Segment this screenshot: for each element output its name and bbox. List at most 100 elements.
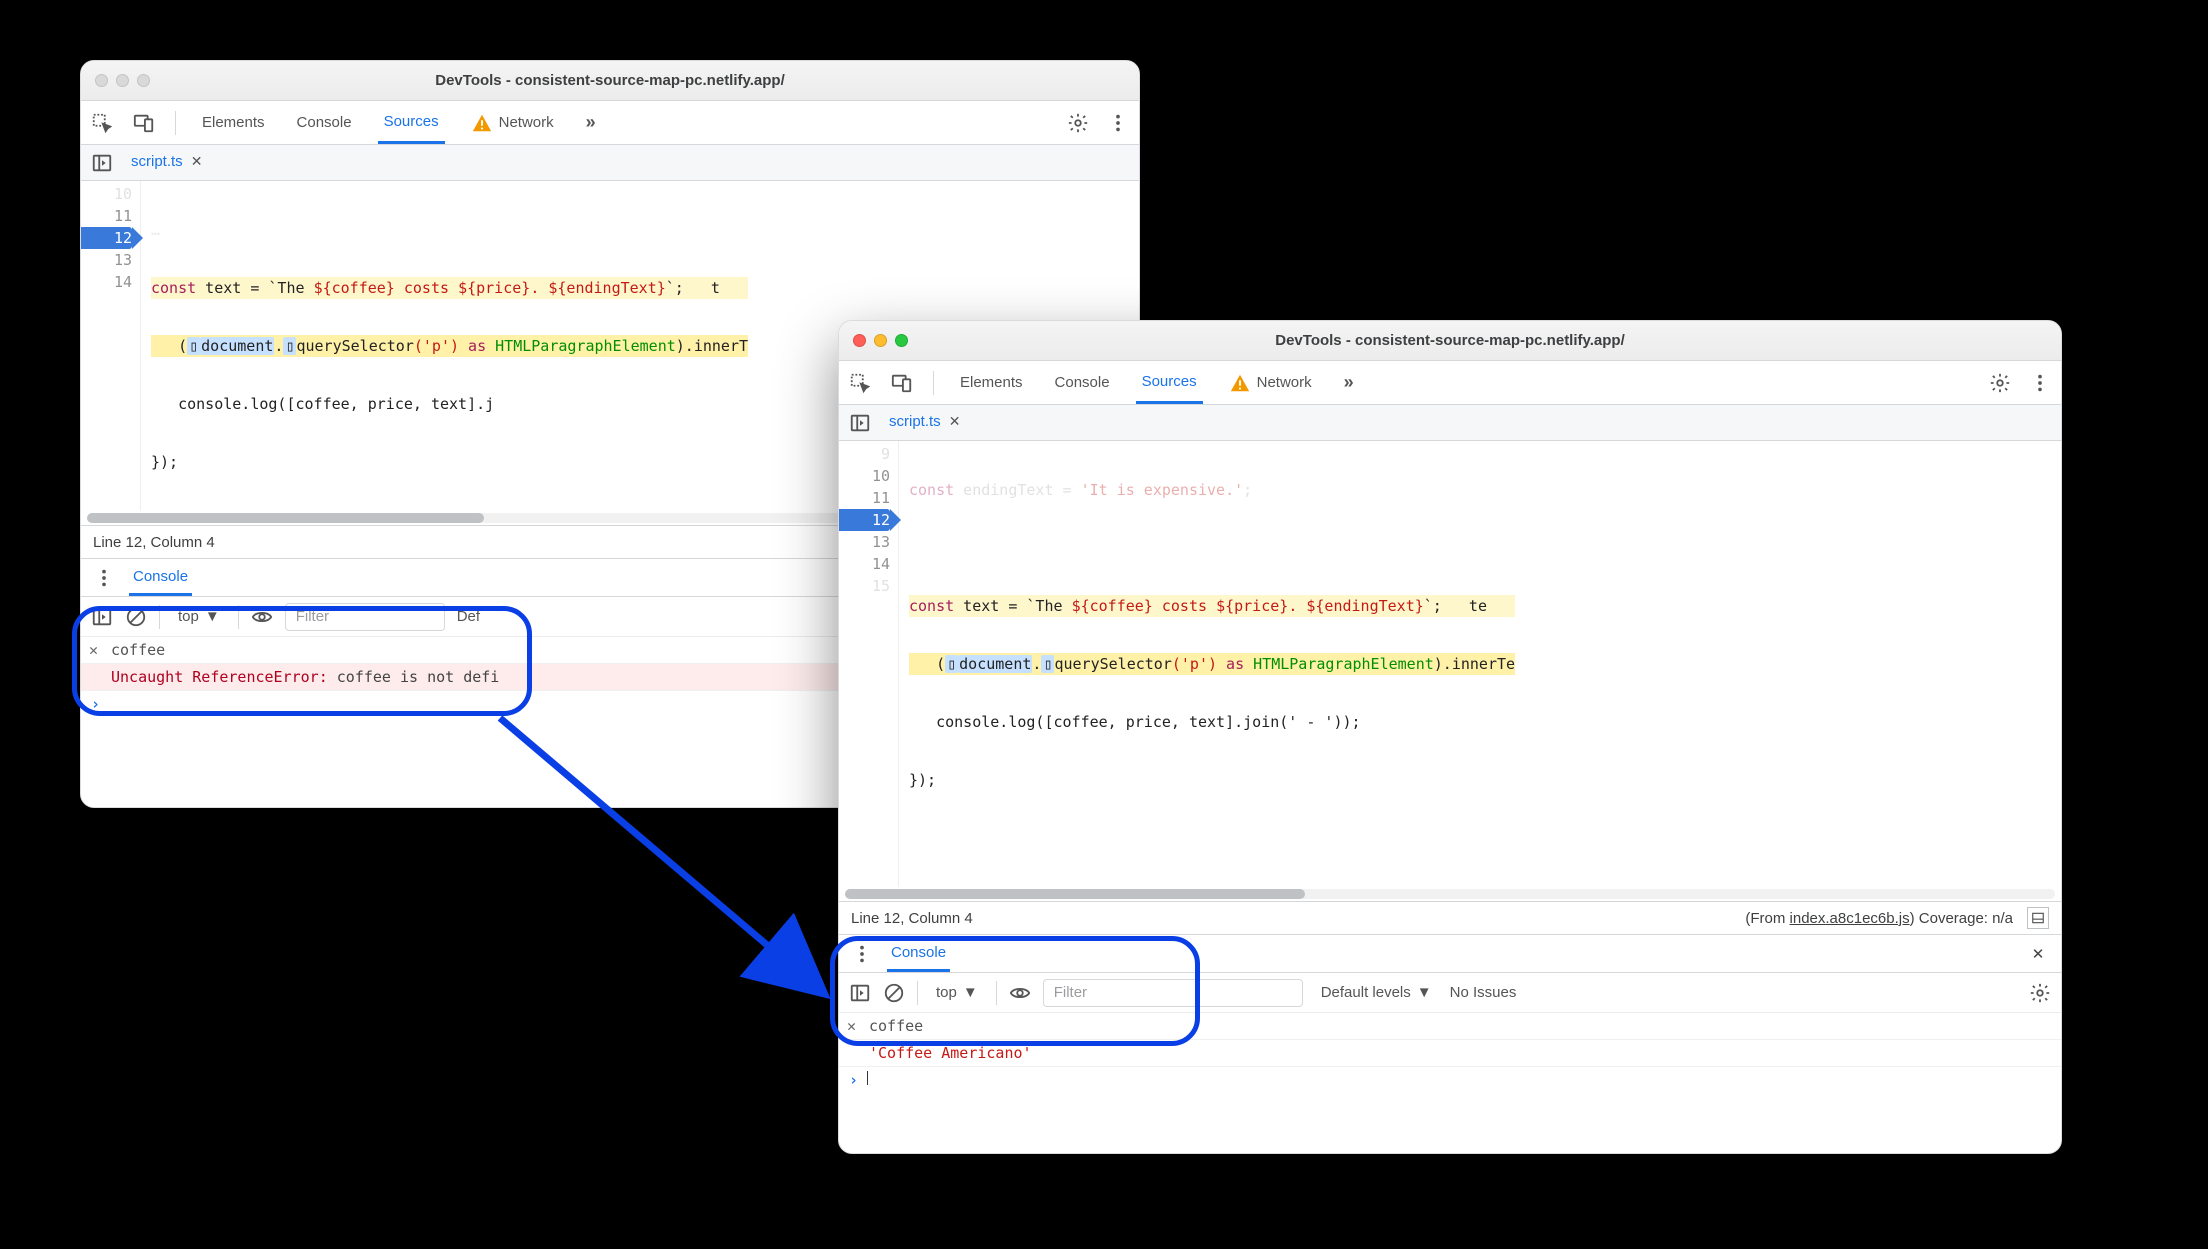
drawer-tab-console[interactable]: Console [887, 935, 950, 972]
line-number: 14 [81, 271, 132, 293]
titlebar[interactable]: DevTools - consistent-source-map-pc.netl… [839, 321, 2061, 361]
context-selector[interactable]: top ▼ [172, 608, 226, 625]
code-line: }); [151, 451, 748, 473]
code-line: const endingText = 'It is expensive.'; [909, 479, 1515, 501]
panel-tabs: Elements Console Sources Network » [81, 101, 1139, 145]
tab-elements[interactable]: Elements [196, 101, 271, 144]
device-icon[interactable] [891, 372, 913, 394]
file-tab-script[interactable]: script.ts ✕ [125, 145, 208, 180]
live-expression-icon[interactable] [1009, 982, 1031, 1004]
code-line: const text = `The ${coffee} costs ${pric… [909, 595, 1515, 617]
console-filter[interactable]: Filter [285, 603, 445, 631]
source-link[interactable]: index.a8c1ec6b.js [1790, 910, 1910, 927]
tab-network-label: Network [1257, 374, 1312, 391]
code-body[interactable]: const endingText = 'It is expensive.'; c… [899, 441, 1515, 887]
tab-network-label: Network [499, 114, 554, 131]
inspect-icon[interactable] [849, 372, 871, 394]
cursor-position: Line 12, Column 4 [93, 534, 215, 551]
live-expression-icon[interactable] [251, 606, 273, 628]
window-controls[interactable] [95, 74, 150, 87]
separator [917, 981, 918, 1005]
console-prompt[interactable]: › [839, 1067, 2061, 1093]
warning-icon [471, 112, 493, 134]
tabs-overflow[interactable]: » [1338, 361, 1360, 404]
code-line: console.log([coffee, price, text].join('… [909, 711, 1515, 733]
line-number: 10 [839, 465, 890, 487]
minimize-dot[interactable] [116, 74, 129, 87]
zoom-dot[interactable] [895, 334, 908, 347]
close-drawer-icon[interactable]: ✕ [2027, 943, 2049, 965]
file-tabs: script.ts ✕ [839, 405, 2061, 441]
code-line: console.log([coffee, price, text].j [151, 393, 748, 415]
line-number: 9 [839, 443, 890, 465]
no-issues[interactable]: No Issues [1450, 984, 1517, 1001]
levels-selector[interactable]: Default levels ▼ [1315, 984, 1438, 1001]
code-line: }); [909, 769, 1515, 791]
tab-network[interactable]: Network [1223, 361, 1318, 404]
window-title: DevTools - consistent-source-map-pc.netl… [839, 332, 2061, 349]
close-icon[interactable]: ✕ [191, 153, 203, 170]
console-toolbar: top ▼ Filter Default levels ▼ No Issues [839, 973, 2061, 1013]
separator [238, 605, 239, 629]
close-icon[interactable]: ✕ [949, 413, 961, 430]
scrollbar-thumb[interactable] [845, 889, 1305, 899]
context-selector[interactable]: top ▼ [930, 984, 984, 1001]
drawer-tabs: Console ✕ [839, 935, 2061, 973]
tab-console[interactable]: Console [1049, 361, 1116, 404]
console-output: ✕ coffee 'Coffee Americano' › [839, 1013, 2061, 1093]
panel-tabs: Elements Console Sources Network » [839, 361, 2061, 405]
file-tab-script[interactable]: script.ts ✕ [883, 405, 966, 440]
tab-network[interactable]: Network [465, 101, 560, 144]
horizontal-scrollbar[interactable] [845, 889, 2055, 899]
window-title: DevTools - consistent-source-map-pc.netl… [81, 72, 1139, 89]
drawer-tab-console[interactable]: Console [129, 559, 192, 596]
kebab-icon[interactable] [93, 567, 115, 589]
clear-console-icon[interactable] [883, 982, 905, 1004]
tab-sources[interactable]: Sources [378, 101, 445, 144]
code-body[interactable]: … const text = `The ${coffee} costs ${pr… [141, 181, 748, 511]
settings-icon[interactable] [1067, 112, 1089, 134]
kebab-icon[interactable] [851, 943, 873, 965]
navigator-toggle-icon[interactable] [849, 412, 871, 434]
code-line [909, 537, 1515, 559]
close-icon[interactable]: ✕ [89, 641, 111, 659]
tab-elements[interactable]: Elements [954, 361, 1029, 404]
file-name: script.ts [889, 413, 941, 430]
line-number-current: 12 [81, 227, 132, 249]
console-settings-icon[interactable] [2029, 982, 2051, 1004]
window-controls[interactable] [853, 334, 908, 347]
close-dot[interactable] [853, 334, 866, 347]
editor-statusbar: Line 12, Column 4 (From index.a8c1ec6b.j… [839, 901, 2061, 935]
scrollbar-thumb[interactable] [87, 513, 484, 523]
navigator-toggle-icon[interactable] [91, 152, 113, 174]
close-dot[interactable] [95, 74, 108, 87]
gutter: 9 10 11 12 13 14 15 [839, 441, 899, 887]
kebab-icon[interactable] [1107, 112, 1129, 134]
tab-console[interactable]: Console [291, 101, 358, 144]
code-line: const text = `The ${coffee} costs ${pric… [151, 277, 748, 299]
titlebar[interactable]: DevTools - consistent-source-map-pc.netl… [81, 61, 1139, 101]
code-line-current: (▯document.▯querySelector('p') as HTMLPa… [909, 653, 1515, 675]
code-line-current: (▯document.▯querySelector('p') as HTMLPa… [151, 335, 748, 357]
line-number: 11 [839, 487, 890, 509]
inspect-icon[interactable] [91, 112, 113, 134]
console-sidebar-icon[interactable] [849, 982, 871, 1004]
device-icon[interactable] [133, 112, 155, 134]
line-number: 11 [81, 205, 132, 227]
close-icon[interactable]: ✕ [847, 1017, 869, 1035]
devtools-window-after: DevTools - consistent-source-map-pc.netl… [838, 320, 2062, 1154]
tab-sources[interactable]: Sources [1136, 361, 1203, 404]
settings-icon[interactable] [1989, 372, 2011, 394]
minimize-dot[interactable] [874, 334, 887, 347]
chevron-down-icon: ▼ [963, 984, 978, 1001]
zoom-dot[interactable] [137, 74, 150, 87]
console-sidebar-icon[interactable] [91, 606, 113, 628]
clear-console-icon[interactable] [125, 606, 147, 628]
levels-selector[interactable]: Def [457, 608, 480, 625]
separator [996, 981, 997, 1005]
code-editor[interactable]: 9 10 11 12 13 14 15 const endingText = '… [839, 441, 2061, 887]
kebab-icon[interactable] [2029, 372, 2051, 394]
coverage-sidebar-icon[interactable] [2027, 907, 2049, 929]
tabs-overflow[interactable]: » [580, 101, 602, 144]
console-filter[interactable]: Filter [1043, 979, 1303, 1007]
